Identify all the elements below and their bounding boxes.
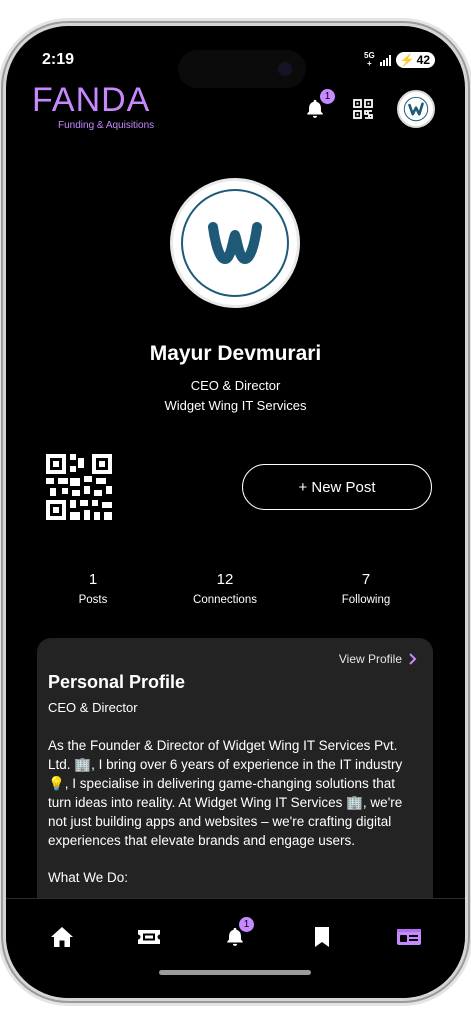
nav-tickets[interactable] (134, 923, 164, 951)
chevron-right-icon (409, 653, 417, 665)
profile-name: Mayur Devmurari (149, 342, 322, 365)
view-profile-link[interactable]: View Profile (339, 652, 417, 666)
qr-scan-icon (353, 99, 373, 119)
qr-code-icon[interactable] (46, 454, 112, 520)
app-logo: FANDA Funding & Aquisitions (32, 82, 154, 131)
brand-name: FANDA (32, 81, 151, 119)
side-button (466, 300, 469, 390)
stat-posts[interactable]: 1 Posts (33, 571, 153, 606)
card-subtitle: CEO & Director (48, 700, 138, 715)
stat-value: 1 (88, 571, 98, 588)
bottom-navigation: 1 (6, 898, 465, 998)
notification-badge: 1 (320, 89, 335, 104)
status-indicators: 5G + ⚡ 42 (364, 52, 435, 68)
brand-tagline: Funding & Aquisitions (58, 120, 155, 131)
qr-scan-button[interactable] (349, 95, 377, 123)
network-type: 5G + (364, 52, 375, 68)
new-post-button[interactable]: + New Post (242, 464, 432, 510)
view-profile-label: View Profile (338, 652, 402, 666)
notification-badge: 1 (239, 917, 254, 932)
home-indicator[interactable] (159, 970, 311, 975)
nav-bookmarks[interactable] (307, 923, 337, 951)
status-time: 2:19 (42, 51, 75, 68)
profile-avatar[interactable] (170, 178, 300, 308)
phone-screen: 2:19 5G + ⚡ 42 FANDA Funding & Aquisitio… (6, 26, 465, 998)
notification-button[interactable]: 1 (301, 89, 335, 123)
card-description: As the Founder & Director of Widget Wing… (48, 736, 420, 905)
stat-value: 12 (216, 571, 234, 588)
camera-lens (278, 62, 292, 76)
stat-label: Posts (78, 594, 108, 606)
battery-level: 42 (416, 53, 430, 67)
side-button (2, 220, 5, 280)
stat-following[interactable]: 7 Following (306, 571, 426, 606)
description-paragraph: As the Founder & Director of Widget Wing… (48, 738, 403, 848)
stat-label: Connections (193, 594, 257, 606)
profile-role: CEO & Director (190, 378, 281, 393)
stat-value: 7 (361, 571, 371, 588)
card-title: Personal Profile (48, 672, 186, 692)
nav-home[interactable] (47, 923, 77, 951)
home-icon (51, 927, 73, 947)
battery-indicator: ⚡ 42 (395, 52, 435, 68)
ticket-icon (138, 930, 160, 944)
avatar-ring (181, 189, 289, 297)
section-heading: What We Do: (48, 870, 129, 885)
network-sub: + (367, 59, 372, 68)
stat-connections[interactable]: 12 Connections (165, 571, 285, 606)
charging-icon: ⚡ (399, 53, 415, 67)
side-button (2, 300, 5, 360)
dynamic-island (178, 50, 306, 88)
personal-profile-card: View Profile Personal Profile CEO & Dire… (37, 638, 433, 928)
signal-icon (379, 54, 391, 66)
nav-notifications[interactable]: 1 (220, 917, 254, 951)
stat-label: Following (341, 594, 391, 606)
profile-company: Widget Wing IT Services (164, 398, 307, 413)
user-avatar-button[interactable] (397, 90, 435, 128)
id-card-icon (397, 929, 421, 945)
nav-profile-card[interactable] (394, 923, 424, 951)
bookmark-icon (315, 927, 329, 947)
company-logo-icon (403, 96, 429, 122)
header-actions: 1 (301, 89, 435, 128)
